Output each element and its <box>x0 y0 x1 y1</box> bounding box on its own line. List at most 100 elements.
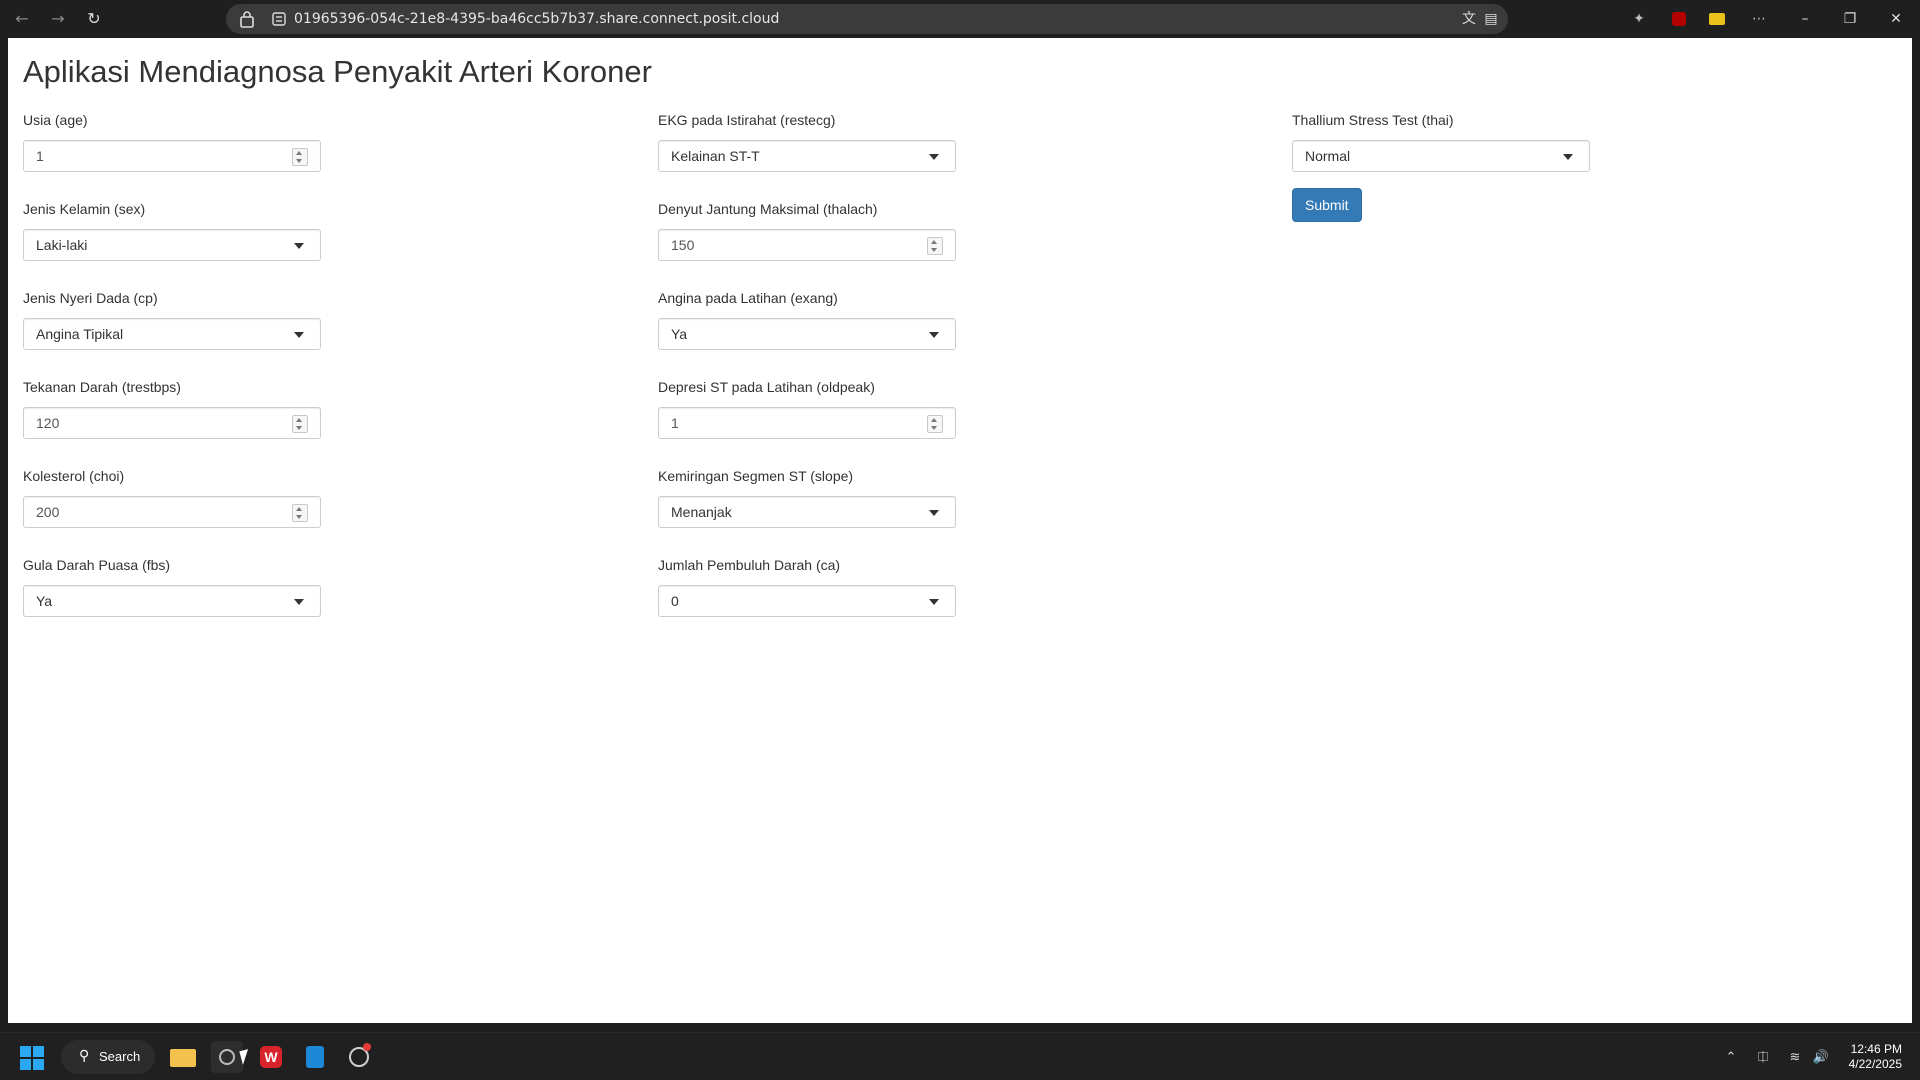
thalach-value: 150 <box>671 237 695 253</box>
taskbar-clock[interactable]: 12:46 PM 4/22/2025 <box>1849 1042 1902 1072</box>
wps-office-icon[interactable]: W <box>255 1041 287 1073</box>
windows-start-icon[interactable] <box>20 1046 44 1070</box>
age-label: Usia (age) <box>23 112 88 128</box>
oldpeak-input[interactable]: 1 <box>658 407 956 439</box>
fbs-select[interactable]: Ya <box>23 585 321 617</box>
cp-value: Angina Tipikal <box>36 326 124 342</box>
restore-icon[interactable]: ❐ <box>1830 4 1870 34</box>
form-column-3: Thallium Stress Test (thai) Normal Submi… <box>1292 110 1592 222</box>
page-title: Aplikasi Mendiagnosa Penyakit Arteri Kor… <box>23 54 652 89</box>
reload-icon[interactable]: ↻ <box>82 7 106 31</box>
address-bar[interactable]: 01965396-054c-21e8-4395-ba46cc5b7b37.sha… <box>226 4 1508 34</box>
thal-group: Thallium Stress Test (thai) Normal <box>1292 110 1592 199</box>
lock-icon[interactable] <box>240 10 254 28</box>
trestbps-input[interactable]: 120 <box>23 407 321 439</box>
caret-down-icon <box>1563 154 1573 160</box>
thal-value: Normal <box>1305 148 1351 164</box>
wifi-icon[interactable]: ≋ <box>1786 1049 1804 1067</box>
slope-label: Kemiringan Segmen ST (slope) <box>658 468 854 484</box>
taskbar: ⚲ Search W ⌃ ⎅ ≋ 🔊 12:46 PM 4/22/2025 <box>0 1032 1920 1080</box>
caret-down-icon <box>294 599 304 605</box>
trestbps-value: 120 <box>36 415 60 431</box>
cp-group: Jenis Nyeri Dada (cp) Angina Tipikal <box>23 288 323 377</box>
age-input[interactable]: 1 <box>23 140 321 172</box>
app-icon[interactable] <box>343 1041 375 1073</box>
taskbar-search-button[interactable]: ⚲ Search <box>61 1040 155 1074</box>
oldpeak-label: Depresi ST pada Latihan (oldpeak) <box>658 379 875 395</box>
thalach-label: Denyut Jantung Maksimal (thalach) <box>658 201 878 217</box>
age-spinner-icon[interactable] <box>292 148 308 166</box>
chrome-icon[interactable] <box>211 1041 243 1073</box>
chol-label: Kolesterol (choi) <box>23 468 125 484</box>
restecg-select[interactable]: Kelainan ST-T <box>658 140 956 172</box>
ca-group: Jumlah Pembuluh Darah (ca) 0 <box>658 555 958 644</box>
fbs-group: Gula Darah Puasa (fbs) Ya <box>23 555 323 644</box>
form-column-1: Usia (age) 1 Jenis Kelamin (sex) Laki-la… <box>23 110 323 644</box>
exang-value: Ya <box>671 326 688 342</box>
extension-icon[interactable] <box>1706 8 1728 30</box>
slope-group: Kemiringan Segmen ST (slope) Menanjak <box>658 466 958 555</box>
thal-select[interactable]: Normal <box>1292 140 1590 172</box>
thalach-input[interactable]: 150 <box>658 229 956 261</box>
exang-select[interactable]: Ya <box>658 318 956 350</box>
sex-select[interactable]: Laki-laki <box>23 229 321 261</box>
ca-label: Jumlah Pembuluh Darah (ca) <box>658 557 841 573</box>
chol-input[interactable]: 200 <box>23 496 321 528</box>
form-column-2: EKG pada Istirahat (restecg) Kelainan ST… <box>658 110 958 644</box>
ca-value: 0 <box>671 593 679 609</box>
more-options-icon[interactable]: ⋯ <box>1748 8 1770 30</box>
vscode-icon[interactable] <box>299 1041 331 1073</box>
caret-down-icon <box>294 332 304 338</box>
cp-label: Jenis Nyeri Dada (cp) <box>23 290 158 306</box>
fbs-value: Ya <box>36 593 53 609</box>
site-info-icon[interactable] <box>272 12 286 26</box>
caret-down-icon <box>929 510 939 516</box>
chol-value: 200 <box>36 504 60 520</box>
caret-down-icon <box>294 243 304 249</box>
exang-group: Angina pada Latihan (exang) Ya <box>658 288 958 377</box>
search-icon: ⚲ <box>79 1048 90 1064</box>
restecg-label: EKG pada Istirahat (restecg) <box>658 112 836 128</box>
close-icon[interactable]: ✕ <box>1876 4 1916 34</box>
microphone-icon[interactable]: ⎅ <box>1754 1049 1772 1067</box>
translate-icon[interactable]: 文 <box>1460 10 1478 28</box>
back-icon[interactable]: ← <box>10 7 34 31</box>
cp-select[interactable]: Angina Tipikal <box>23 318 321 350</box>
restecg-group: EKG pada Istirahat (restecg) Kelainan ST… <box>658 110 958 199</box>
fbs-label: Gula Darah Puasa (fbs) <box>23 557 171 573</box>
taskbar-search-label: Search <box>99 1049 141 1064</box>
trestbps-spinner-icon[interactable] <box>292 415 308 433</box>
reading-mode-icon[interactable]: ▤ <box>1482 10 1500 28</box>
thalach-spinner-icon[interactable] <box>927 237 943 255</box>
oldpeak-group: Depresi ST pada Latihan (oldpeak) 1 <box>658 377 958 466</box>
url-text[interactable]: 01965396-054c-21e8-4395-ba46cc5b7b37.sha… <box>294 11 779 27</box>
thal-label: Thallium Stress Test (thai) <box>1292 112 1454 128</box>
browser-toolbar: ← → ↻ 01965396-054c-21e8-4395-ba46cc5b7b… <box>0 0 1920 38</box>
trestbps-label: Tekanan Darah (trestbps) <box>23 379 181 395</box>
ublock-extension-icon[interactable] <box>1668 8 1690 30</box>
forward-icon[interactable]: → <box>46 7 70 31</box>
ca-select[interactable]: 0 <box>658 585 956 617</box>
thalach-group: Denyut Jantung Maksimal (thalach) 150 <box>658 199 958 288</box>
chol-spinner-icon[interactable] <box>292 504 308 522</box>
sex-label: Jenis Kelamin (sex) <box>23 201 146 217</box>
caret-down-icon <box>929 332 939 338</box>
slope-select[interactable]: Menanjak <box>658 496 956 528</box>
caret-down-icon <box>929 599 939 605</box>
oldpeak-spinner-icon[interactable] <box>927 415 943 433</box>
age-group: Usia (age) 1 <box>23 110 323 199</box>
trestbps-group: Tekanan Darah (trestbps) 120 <box>23 377 323 466</box>
age-value: 1 <box>36 148 44 164</box>
sex-value: Laki-laki <box>36 237 88 253</box>
volume-icon[interactable]: 🔊 <box>1812 1049 1830 1067</box>
extensions-icon[interactable]: ✦ <box>1628 8 1650 30</box>
clock-time: 12:46 PM <box>1850 1042 1902 1056</box>
minimize-icon[interactable]: – <box>1785 4 1825 34</box>
file-explorer-icon[interactable] <box>167 1041 199 1073</box>
sex-group: Jenis Kelamin (sex) Laki-laki <box>23 199 323 288</box>
restecg-value: Kelainan ST-T <box>671 148 760 164</box>
clock-date: 4/22/2025 <box>1848 1057 1902 1071</box>
exang-label: Angina pada Latihan (exang) <box>658 290 838 306</box>
submit-button[interactable]: Submit <box>1292 188 1362 222</box>
chevron-up-icon[interactable]: ⌃ <box>1722 1049 1740 1067</box>
